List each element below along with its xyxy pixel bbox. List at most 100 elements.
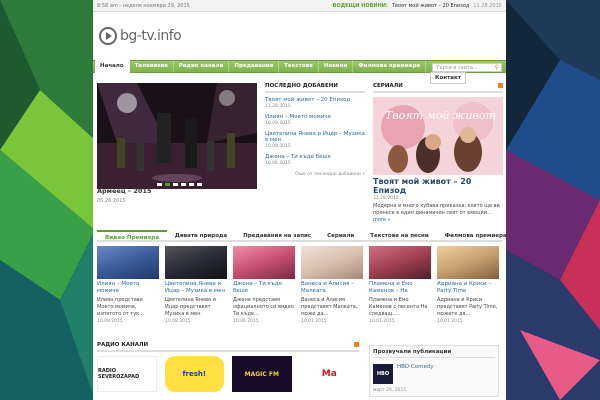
nav-item-radio[interactable]: Радио канали [174,60,230,73]
breaking-title-link[interactable]: Твоят мой живот – 20 Епизод [392,3,469,9]
video-date: 10.01.2015 [437,319,463,324]
serial-desc-text: Модерна и много хубава приказка, която щ… [373,203,500,216]
slider-dot[interactable] [165,183,170,186]
popular-link[interactable]: HBO Comedy [397,364,434,370]
radio-logo-fresh[interactable]: fresh! [164,356,225,392]
serials-section: Сериали Твоят мой живот Твоят мой живот … [373,83,503,224]
popular-thumbnail[interactable]: HBO [373,364,393,384]
category-tabs: Видео Премиера Дивата природа Предавания… [97,230,506,242]
video-date: 10.09.2015 [97,319,123,324]
video-card: Ванеса и Алисия – Малката Ванеса и Алиси… [301,246,363,324]
video-title-link[interactable]: Ванеса и Алисия – Малката [301,281,363,295]
latest-date: 10.09.2015 [265,121,291,126]
latest-heading: Последно добавени [265,83,365,93]
video-thumbnail[interactable] [301,246,363,279]
slider-caption-link[interactable]: Армеец – 2015 [97,187,152,195]
logo-text: bg-tv.info [120,28,182,44]
popular-heading: Прозвучали публикации [373,349,495,358]
video-desc: Цветелина Янева и Ицар представят Музика… [165,297,216,317]
popular-text: HBO Comedy [397,364,434,384]
latest-date: 11.28.2015 [265,104,291,109]
radio-logo-text: fresh! [182,370,207,378]
video-card: Адриана и Криси – Party Time Адриана и К… [437,246,499,324]
tab-serials[interactable]: Сериали [319,230,362,240]
video-title-link[interactable]: Илиян – Моето момиче [97,281,159,295]
video-card: Пламена и Емо Каменов – На следващия ден… [369,246,431,324]
slider-dot[interactable] [197,183,202,186]
serial-title-link[interactable]: Твоят мой живот – 20 Епизод [373,177,503,195]
slider-dot[interactable] [181,183,186,186]
nav-item-contact[interactable]: Контакт [430,72,466,84]
top-bar: 8:58 am - неделя ноември 29, 2015 водещи… [93,0,506,12]
slider-image [97,83,257,189]
radio-heading-text: Радио канали [97,342,149,348]
list-item: Твоят мой живот – 20 Епизод 11.28.2015 [265,97,365,109]
radio-logo-magic[interactable]: MAGIC FM [232,356,292,392]
tab-recorded-shows[interactable]: Предавания на запис [235,230,319,240]
video-thumbnail[interactable] [165,246,227,279]
radio-heading: Радио канали [97,342,359,352]
latest-heading-text: Последно добавени [265,83,338,89]
site-container: 8:58 am - неделя ноември 29, 2015 водещи… [93,0,506,400]
tab-wildlife[interactable]: Дивата природа [167,230,235,240]
video-title-link[interactable]: Пламена и Емо Каменов – На следващия ден [369,281,431,295]
video-title-link[interactable]: Адриана и Криси – Party Time [437,281,499,295]
nav-item-shows[interactable]: Предавания [229,60,280,73]
video-desc: Илиян представя Моето момиче, изпятото о… [97,297,145,317]
radio-logo-text: Ma [321,369,337,379]
breaking-date: 11.28.2015 [473,2,502,9]
list-item: Цветелина Янева и Ицар – Музика в мен 10… [265,131,365,149]
current-date: 8:58 am - неделя ноември 29, 2015 [97,2,190,9]
video-card: Джена – Ти къде беше Джена представя офи… [233,246,295,324]
video-title-link[interactable]: Цветелина Янева и Ицар – Музика в мен [165,281,227,295]
site-logo[interactable]: bg-tv.info [99,27,182,45]
serial-poster-text: Твоят мой живот [385,109,496,122]
latest-link[interactable]: Цветелина Янева и Ицар – Музика в мен [265,131,365,143]
latest-link[interactable]: Джена – Ти къде беше [265,154,365,160]
search-icon[interactable]: ⚲ [495,64,501,72]
radio-section: Радио канали RADIO SEVEROZAPAD fresh! MA… [97,342,360,392]
video-card: Цветелина Янева и Ицар – Музика в мен Цв… [165,246,227,324]
serial-more-link[interactable]: more » [373,217,391,223]
video-thumbnail[interactable] [233,246,295,279]
rss-icon[interactable] [498,83,503,88]
featured-slider[interactable] [97,83,257,189]
video-date: 10.06.2015 [233,319,259,324]
video-date: 10.08.2015 [165,319,191,324]
latest-link[interactable]: Илиян – Моето момиче [265,114,365,120]
nav-item-lyrics[interactable]: Текстове [279,60,319,73]
search-placeholder: Търси в сайта... [436,64,478,71]
slider-dot[interactable] [157,183,162,186]
popular-section: Прозвучали публикации HBO HBO Comedy мар… [369,345,499,397]
rss-icon[interactable] [354,342,359,347]
radio-logos: RADIO SEVEROZAPAD fresh! MAGIC FM Ma [97,356,360,392]
search-input[interactable]: Търси в сайта... ⚲ [432,63,502,72]
slider-dot[interactable] [173,183,178,186]
latest-link[interactable]: Твоят мой живот – 20 Епизод [265,97,365,103]
popular-date: март 29, 2015 [373,388,407,393]
tab-movie-premiere[interactable]: Филмова премиера [437,230,506,240]
nav-item-news[interactable]: Новини [319,60,354,73]
nav-item-home[interactable]: Начало [95,60,130,73]
slider-dots [157,183,202,186]
video-thumbnail[interactable] [369,246,431,279]
video-date: 10.01.2015 [369,319,395,324]
tab-video-premiere[interactable]: Видео Премиера [97,230,167,241]
video-title-link[interactable]: Джена – Ти къде беше [233,281,295,295]
radio-logo-ma[interactable]: Ma [299,356,360,392]
video-grid: Илиян – Моето момиче Илиян представя Мое… [97,246,502,324]
latest-more-link[interactable]: Още от последно добавени » [265,172,365,177]
video-date: 10.01.2015 [301,319,327,324]
breaking-tag: водещи новини: [332,2,388,9]
tab-lyrics[interactable]: Текстове на песни [362,230,436,240]
slider-dot[interactable] [189,183,194,186]
video-desc: Адриана и Криси представят Party Time, м… [437,297,498,317]
nav-item-tv[interactable]: Телевизия [130,60,174,73]
serial-desc: Модерна и много хубава приказка, която щ… [373,203,503,224]
serial-image[interactable]: Твоят мой живот [373,97,503,175]
video-thumbnail[interactable] [97,246,159,279]
nav-item-movies[interactable]: Филмова премиера [353,60,427,73]
video-thumbnail[interactable] [437,246,499,279]
radio-logo-severozapad[interactable]: RADIO SEVEROZAPAD [97,356,157,392]
serial-poster: Твоят мой живот [373,97,503,175]
